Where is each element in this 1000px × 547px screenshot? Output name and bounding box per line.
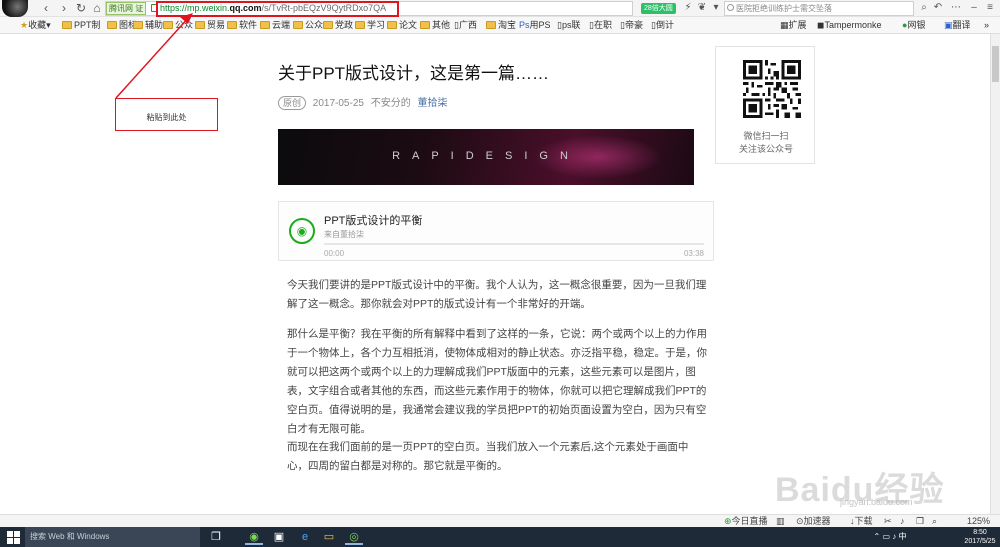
clock-date: 2017/5/25 bbox=[964, 538, 996, 545]
qr-caption-follow: 关注该公众号 bbox=[738, 144, 793, 154]
task-view-icon[interactable]: ❐ bbox=[207, 529, 225, 545]
qr-caption-scan: 微信扫一扫 bbox=[743, 131, 789, 141]
audio-duration: 03:38 bbox=[683, 249, 704, 258]
wechat-app-icon[interactable]: ◎ bbox=[345, 529, 363, 545]
accelerator-icon: ⊙ bbox=[796, 516, 804, 526]
scrollbar-thumb[interactable] bbox=[992, 46, 999, 82]
account-link[interactable]: 董拾柒 bbox=[418, 98, 448, 109]
audio-play-icon[interactable]: ◉ bbox=[289, 218, 315, 244]
audio-source: 来自董拾柒 bbox=[324, 230, 364, 239]
page-scrollbar[interactable] bbox=[990, 34, 1000, 514]
annotation-note: 粘贴到此处 bbox=[146, 113, 187, 122]
article-meta: 原创 2017-05-25 不安分的 董拾柒 bbox=[278, 96, 448, 111]
windows-start-icon[interactable] bbox=[7, 531, 20, 544]
qr-code bbox=[743, 60, 801, 118]
audio-player[interactable]: ◉ PPT版式设计的平衡 来自董拾柒 00:00 03:38 bbox=[278, 201, 714, 261]
taskbar-search-input[interactable]: 搜索 Web 和 Windows bbox=[25, 527, 200, 547]
original-tag: 原创 bbox=[278, 96, 307, 110]
tray-icons[interactable]: ⌃ ▭ ♪ 中 bbox=[860, 529, 920, 545]
clock-time: 8:50 bbox=[973, 529, 987, 536]
article-banner-image: RAPIDESIGN bbox=[278, 129, 694, 185]
article-paragraph: 那什么是平衡？我在平衡的所有解释中看到了这样的一条，它说：两个或两个以上的力作用… bbox=[287, 328, 707, 435]
audio-title: PPT版式设计的平衡 bbox=[324, 215, 423, 227]
publish-date: 2017-05-25 bbox=[312, 98, 364, 109]
taskbar-clock[interactable]: 8:50 2017/5/25 bbox=[960, 528, 1000, 546]
watermark-url: jingyan.baidu.com bbox=[840, 497, 913, 507]
author-name: 不安分的 bbox=[370, 98, 411, 109]
audio-progress-bar[interactable] bbox=[324, 243, 704, 245]
audio-current-time: 00:00 bbox=[324, 249, 345, 258]
windows-taskbar: 搜索 Web 和 Windows ❐ ◉ ▣ e ▭ ◎ ⌃ ▭ ♪ 中 8:5… bbox=[0, 527, 1000, 547]
browser-statusbar: ⊕今日直播 ▥ ⊙加速器 ↓下载 ✂ ♪ ❐ ⌕ 125% bbox=[0, 514, 1000, 527]
explorer-app-icon[interactable]: ▭ bbox=[320, 529, 338, 545]
article-paragraph: 今天我们要讲的是PPT版式设计中的平衡。我个人认为，这一概念很重要，因为一旦我们… bbox=[287, 279, 707, 310]
article-paragraph: 而现在在我们面前的是一页PPT的空白页。当我们放入一个元素后,这个元素处于画面中… bbox=[287, 441, 689, 472]
qr-panel: 微信扫一扫 关注该公众号 bbox=[715, 46, 815, 164]
browser-app-icon[interactable]: ◉ bbox=[245, 529, 263, 545]
banner-text: RAPIDESIGN bbox=[392, 150, 580, 162]
edge-app-icon[interactable]: e bbox=[296, 529, 314, 545]
store-app-icon[interactable]: ▣ bbox=[270, 529, 288, 545]
live-icon: ⊕ bbox=[724, 516, 732, 526]
article-title: 关于PPT版式设计，这是第一篇…… bbox=[278, 64, 550, 83]
